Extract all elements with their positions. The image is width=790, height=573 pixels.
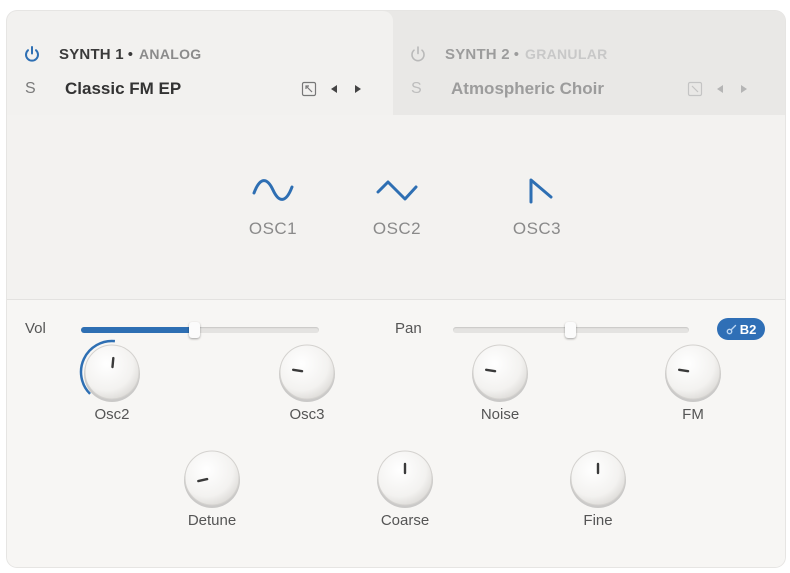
osc3-button[interactable]: OSC3 — [497, 175, 577, 239]
triangle-wave-icon — [376, 180, 418, 201]
knob-dial[interactable] — [657, 336, 729, 408]
vol-slider-thumb[interactable] — [189, 322, 201, 338]
knob-dial[interactable] — [176, 442, 248, 514]
knob-dial[interactable] — [562, 442, 634, 514]
solo-button[interactable]: S — [25, 80, 65, 98]
synth-tab-bar: SYNTH 1 • ANALOG S Classic FM EP SYNTH 2… — [7, 11, 785, 115]
link-icon — [726, 324, 736, 335]
knob-label: FM — [682, 406, 704, 423]
saw-wave-icon — [529, 178, 553, 204]
mixer-panel: Vol Pan B2 Osc2 Osc3 Noise FM Detune Coarse Fi… — [7, 299, 785, 567]
synth-name: SYNTH 2 — [445, 45, 510, 63]
separator-dot: • — [127, 45, 134, 63]
knob-fm[interactable]: FM — [643, 336, 743, 423]
vol-label: Vol — [25, 320, 46, 337]
knob-label: Osc2 — [94, 406, 130, 423]
osc2-button[interactable]: OSC2 — [357, 175, 437, 239]
next-preset-icon[interactable] — [351, 82, 365, 96]
knob-detune[interactable]: Detune — [162, 442, 262, 529]
sine-wave-icon — [252, 179, 294, 201]
pan-slider-thumb[interactable] — [565, 322, 576, 338]
knob-osc2[interactable]: Osc2 — [62, 336, 162, 423]
osc1-label: OSC1 — [248, 219, 298, 238]
solo-button[interactable]: S — [411, 80, 451, 98]
knob-label: Osc3 — [289, 406, 325, 423]
preset-name[interactable]: Atmospheric Choir — [451, 79, 681, 99]
knob-noise[interactable]: Noise — [450, 336, 550, 423]
knob-label: Detune — [187, 512, 237, 529]
vol-slider-fill — [81, 327, 196, 333]
synth-name: SYNTH 1 — [59, 45, 124, 63]
knob-dial[interactable] — [271, 336, 343, 408]
tab-synth-1[interactable]: SYNTH 1 • ANALOG S Classic FM EP — [7, 11, 393, 115]
next-preset-icon[interactable] — [737, 82, 751, 96]
knob-label: Fine — [583, 512, 613, 529]
knob-dial[interactable] — [464, 336, 536, 408]
knob-label: Noise — [480, 406, 520, 423]
pan-slider[interactable] — [453, 322, 689, 338]
preset-browser-icon[interactable] — [687, 81, 703, 97]
osc3-label: OSC3 — [512, 219, 562, 238]
knob-fine[interactable]: Fine — [548, 442, 648, 529]
prev-preset-icon[interactable] — [713, 82, 727, 96]
badge-text: B2 — [739, 321, 757, 337]
oscillator-panel: OSC1 OSC2 OSC3 — [7, 115, 785, 299]
knob-indicator — [484, 368, 497, 373]
osc2-label: OSC2 — [372, 219, 422, 238]
knob-indicator — [291, 368, 304, 373]
knob-dial[interactable] — [369, 442, 441, 514]
vol-slider[interactable] — [81, 322, 319, 338]
synth-engine-type: ANALOG — [139, 46, 202, 62]
prev-preset-icon[interactable] — [327, 82, 341, 96]
synth-engine-type: GRANULAR — [525, 46, 608, 62]
knob-indicator — [111, 356, 115, 369]
pan-label: Pan — [395, 320, 422, 337]
knob-dial[interactable] — [76, 336, 148, 408]
knob-label: Coarse — [380, 512, 430, 529]
power-icon[interactable] — [23, 45, 41, 63]
preset-browser-icon[interactable] — [301, 81, 317, 97]
separator-dot: • — [513, 45, 520, 63]
knob-osc3[interactable]: Osc3 — [257, 336, 357, 423]
tab-synth-2[interactable]: SYNTH 2 • GRANULAR S Atmospheric Choir — [393, 11, 785, 115]
knob-coarse[interactable]: Coarse — [355, 442, 455, 529]
power-icon[interactable] — [409, 45, 427, 63]
synth-panel: SYNTH 1 • ANALOG S Classic FM EP SYNTH 2… — [7, 11, 785, 567]
preset-name[interactable]: Classic FM EP — [65, 79, 295, 99]
osc1-button[interactable]: OSC1 — [233, 175, 313, 239]
knob-indicator — [677, 368, 690, 373]
